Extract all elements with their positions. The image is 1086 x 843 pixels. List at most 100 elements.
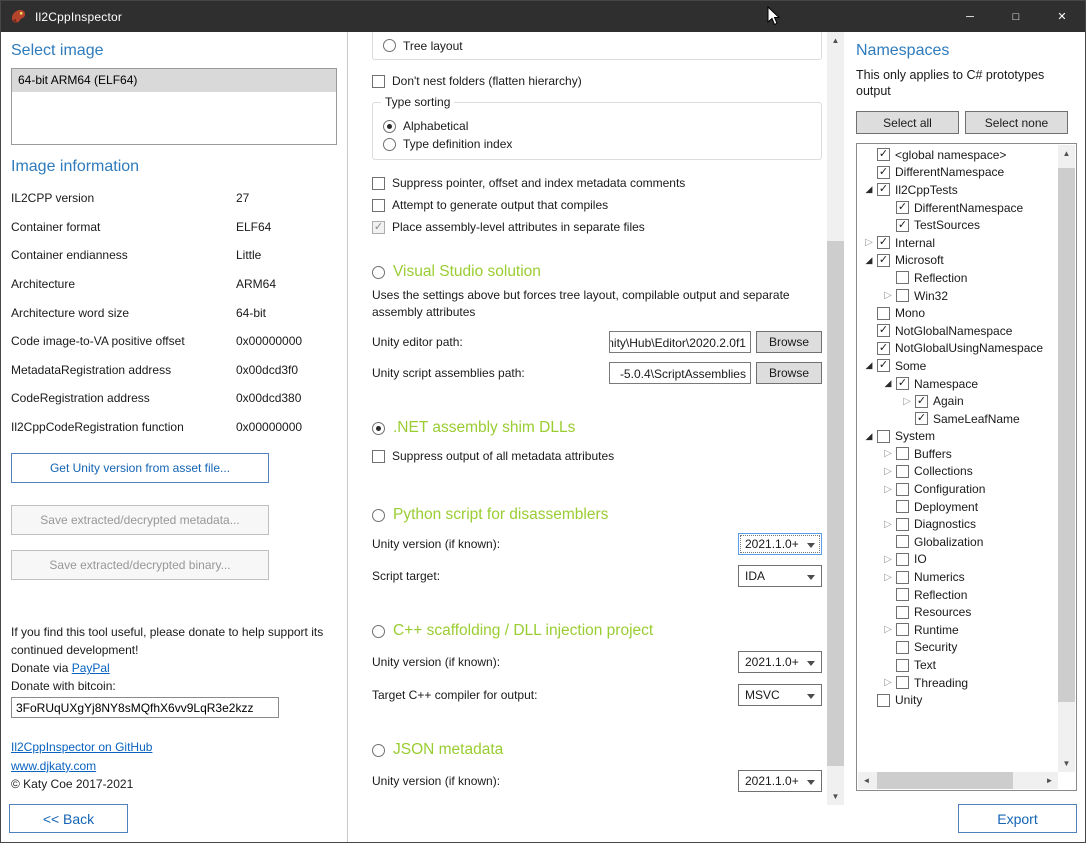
namespace-checkbox[interactable] <box>896 659 909 672</box>
namespace-checkbox[interactable] <box>896 641 909 654</box>
github-link[interactable]: Il2CppInspector on GitHub <box>11 740 152 754</box>
tree-item[interactable]: NotGlobalNamespace <box>859 322 1058 340</box>
tree-item[interactable]: ▷Again <box>859 392 1058 410</box>
expand-icon[interactable]: ▷ <box>880 484 896 495</box>
tree-item[interactable]: ▷Numerics <box>859 568 1058 586</box>
tree-item[interactable]: ◢Some <box>859 357 1058 375</box>
browse-script-assemblies-button[interactable]: Browse <box>756 362 822 384</box>
namespace-checkbox[interactable] <box>915 412 928 425</box>
image-listbox[interactable]: 64-bit ARM64 (ELF64) <box>11 68 337 145</box>
scroll-right-icon[interactable]: ► <box>1041 772 1058 789</box>
cpp-unity-version-select[interactable]: 2021.1.0+ <box>738 651 822 673</box>
python-script-radio[interactable]: Python script for disassemblers <box>372 505 827 525</box>
tree-item[interactable]: ▷Buffers <box>859 445 1058 463</box>
tree-item[interactable]: Reflection <box>859 586 1058 604</box>
expand-icon[interactable]: ▷ <box>880 624 896 635</box>
namespace-checkbox[interactable] <box>877 694 890 707</box>
tree-item[interactable]: <global namespace> <box>859 146 1058 164</box>
namespace-checkbox[interactable] <box>877 430 890 443</box>
namespace-checkbox[interactable] <box>915 395 928 408</box>
namespace-checkbox[interactable] <box>896 219 909 232</box>
visual-studio-radio[interactable]: Visual Studio solution <box>372 262 827 282</box>
tree-item[interactable]: ▷Runtime <box>859 621 1058 639</box>
script-assemblies-path-input[interactable]: -5.0.4\ScriptAssemblies <box>609 362 751 384</box>
tree-item[interactable]: DifferentNamespace <box>859 199 1058 217</box>
back-button[interactable]: << Back <box>9 804 128 833</box>
collapse-icon[interactable]: ◢ <box>861 431 877 442</box>
expand-icon[interactable]: ▷ <box>861 237 877 248</box>
tree-item[interactable]: Resources <box>859 603 1058 621</box>
tree-horizontal-scrollbar[interactable]: ◄ ► <box>858 772 1058 789</box>
get-unity-version-button[interactable]: Get Unity version from asset file... <box>11 453 269 483</box>
namespace-checkbox[interactable] <box>896 606 909 619</box>
tree-item[interactable]: Mono <box>859 304 1058 322</box>
namespace-checkbox[interactable] <box>877 254 890 267</box>
tree-item[interactable]: ▷Diagnostics <box>859 515 1058 533</box>
namespace-checkbox[interactable] <box>896 289 909 302</box>
namespace-checkbox[interactable] <box>877 148 890 161</box>
cpp-compiler-select[interactable]: MSVC <box>738 684 822 706</box>
browse-editor-path-button[interactable]: Browse <box>756 331 822 353</box>
namespace-checkbox[interactable] <box>877 307 890 320</box>
tree-item[interactable]: TestSources <box>859 216 1058 234</box>
tree-item[interactable]: ◢Microsoft <box>859 252 1058 270</box>
select-none-button[interactable]: Select none <box>965 111 1068 134</box>
tree-layout-radio[interactable]: Tree layout <box>383 37 463 55</box>
tree-item[interactable]: Security <box>859 639 1058 657</box>
scrollbar-track[interactable] <box>875 772 1041 789</box>
expand-icon[interactable]: ▷ <box>899 396 915 407</box>
tree-item[interactable]: Reflection <box>859 269 1058 287</box>
collapse-icon[interactable]: ◢ <box>861 255 877 266</box>
minimize-button[interactable]: ─ <box>947 1 993 32</box>
paypal-link[interactable]: PayPal <box>72 661 110 675</box>
tree-item[interactable]: DifferentNamespace <box>859 164 1058 182</box>
json-unity-version-select[interactable]: 2021.1.0+ <box>738 770 822 792</box>
tree-item[interactable]: ◢Namespace <box>859 375 1058 393</box>
scroll-down-icon[interactable]: ▼ <box>827 788 844 805</box>
type-sorting-option[interactable]: Alphabetical <box>383 117 821 135</box>
namespace-checkbox[interactable] <box>877 359 890 372</box>
tree-item[interactable]: ▷Win32 <box>859 287 1058 305</box>
namespace-checkbox[interactable] <box>896 535 909 548</box>
export-button[interactable]: Export <box>958 804 1077 833</box>
expand-icon[interactable]: ▷ <box>880 554 896 565</box>
expand-icon[interactable]: ▷ <box>880 572 896 583</box>
dotnet-shim-radio[interactable]: .NET assembly shim DLLs <box>372 418 827 438</box>
tree-item[interactable]: ◢Il2CppTests <box>859 181 1058 199</box>
scroll-up-icon[interactable]: ▲ <box>1058 145 1075 162</box>
bitcoin-address-input[interactable]: 3FoRUqUXgYj8NY8sMQfhX6vv9LqR3e2kzz <box>11 697 279 718</box>
collapse-icon[interactable]: ◢ <box>861 184 877 195</box>
scrollbar-track[interactable] <box>1058 162 1075 755</box>
python-unity-version-select[interactable]: 2021.1.0+ <box>738 533 822 555</box>
namespace-checkbox[interactable] <box>896 588 909 601</box>
collapse-icon[interactable]: ◢ <box>861 360 877 371</box>
collapse-icon[interactable]: ◢ <box>880 378 896 389</box>
scrollbar-thumb[interactable] <box>877 772 1013 789</box>
namespace-checkbox[interactable] <box>896 271 909 284</box>
tree-item[interactable]: Globalization <box>859 533 1058 551</box>
select-all-button[interactable]: Select all <box>856 111 959 134</box>
namespace-checkbox[interactable] <box>896 201 909 214</box>
expand-icon[interactable]: ▷ <box>880 290 896 301</box>
image-list-item[interactable]: 64-bit ARM64 (ELF64) <box>12 69 336 92</box>
namespace-checkbox[interactable] <box>896 483 909 496</box>
expand-icon[interactable]: ▷ <box>880 466 896 477</box>
namespace-checkbox[interactable] <box>896 623 909 636</box>
maximize-button[interactable]: □ <box>993 1 1039 32</box>
scrollbar-track[interactable] <box>827 49 844 788</box>
output-scrollbar[interactable]: ▲ ▼ <box>827 32 844 805</box>
namespace-checkbox[interactable] <box>896 377 909 390</box>
tree-item[interactable]: ▷Internal <box>859 234 1058 252</box>
flatten-hierarchy-checkbox[interactable]: Don't nest folders (flatten hierarchy) <box>372 73 827 89</box>
namespace-checkbox[interactable] <box>896 571 909 584</box>
unity-editor-path-input[interactable]: Files\Unity\Hub\Editor\2020.2.0f1 <box>609 331 751 353</box>
output-option-checkbox[interactable]: Attempt to generate output that compiles <box>372 194 827 216</box>
expand-icon[interactable]: ▷ <box>880 677 896 688</box>
scroll-down-icon[interactable]: ▼ <box>1058 755 1075 772</box>
namespace-checkbox[interactable] <box>896 500 909 513</box>
cpp-scaffolding-radio[interactable]: C++ scaffolding / DLL injection project <box>372 621 827 641</box>
close-button[interactable]: ✕ <box>1039 1 1085 32</box>
namespace-checkbox[interactable] <box>896 676 909 689</box>
namespace-checkbox[interactable] <box>877 236 890 249</box>
website-link[interactable]: www.djkaty.com <box>11 759 96 773</box>
